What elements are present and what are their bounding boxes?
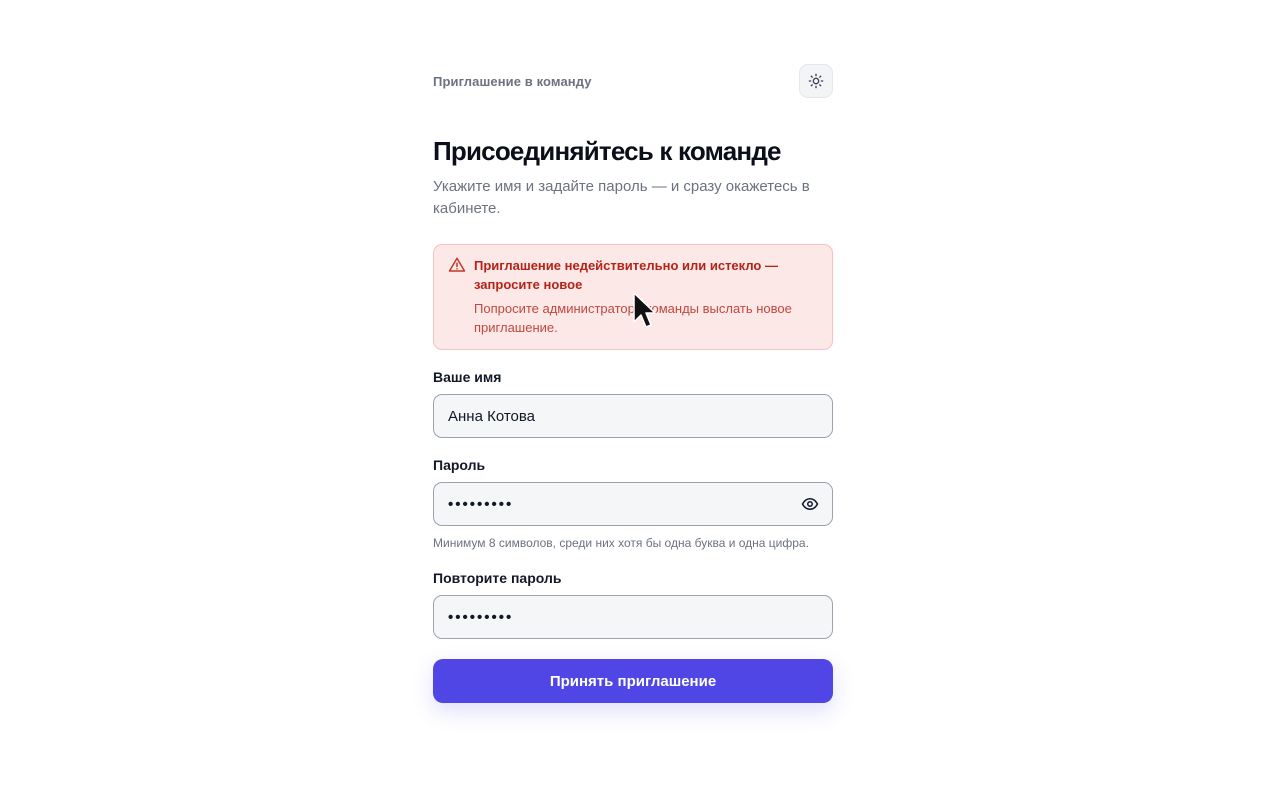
sun-icon — [808, 73, 824, 89]
password-label: Пароль — [433, 457, 486, 473]
page-title: Присоединяйтесь к команде — [433, 136, 781, 166]
theme-toggle-button[interactable] — [799, 64, 833, 98]
invite-card: Приглашение в команду Присоединяйтесь к … — [433, 64, 833, 703]
password-field-wrap: ••••••••• — [433, 482, 833, 526]
repeat-password-field-wrap: ••••••••• — [433, 595, 833, 639]
warning-triangle-icon — [448, 257, 466, 272]
alert-text: Попросите администратора команды выслать… — [474, 301, 792, 335]
repeat-password-label: Повторите пароль — [433, 570, 562, 586]
page-subtitle: Укажите имя и задайте пароль — и сразу о… — [433, 178, 810, 217]
name-field-wrap: Анна Котова — [433, 394, 833, 438]
password-input[interactable]: ••••••••• — [433, 482, 833, 526]
error-alert: Приглашение недействительно или истекло … — [433, 244, 833, 350]
repeat-password-input[interactable]: ••••••••• — [433, 595, 833, 639]
accept-invite-button[interactable]: Принять приглашение — [433, 659, 833, 703]
invite-page: Приглашение в команду Присоединяйтесь к … — [0, 0, 1280, 800]
eyebrow-label: Приглашение в команду — [433, 74, 592, 89]
alert-title: Приглашение недействительно или истекло … — [474, 258, 778, 292]
name-input[interactable]: Анна Котова — [433, 394, 833, 438]
name-label: Ваше имя — [433, 369, 502, 385]
eye-icon[interactable] — [801, 495, 819, 513]
password-hint: Минимум 8 символов, среди них хотя бы од… — [433, 536, 809, 550]
top-bar: Приглашение в команду — [433, 64, 833, 100]
